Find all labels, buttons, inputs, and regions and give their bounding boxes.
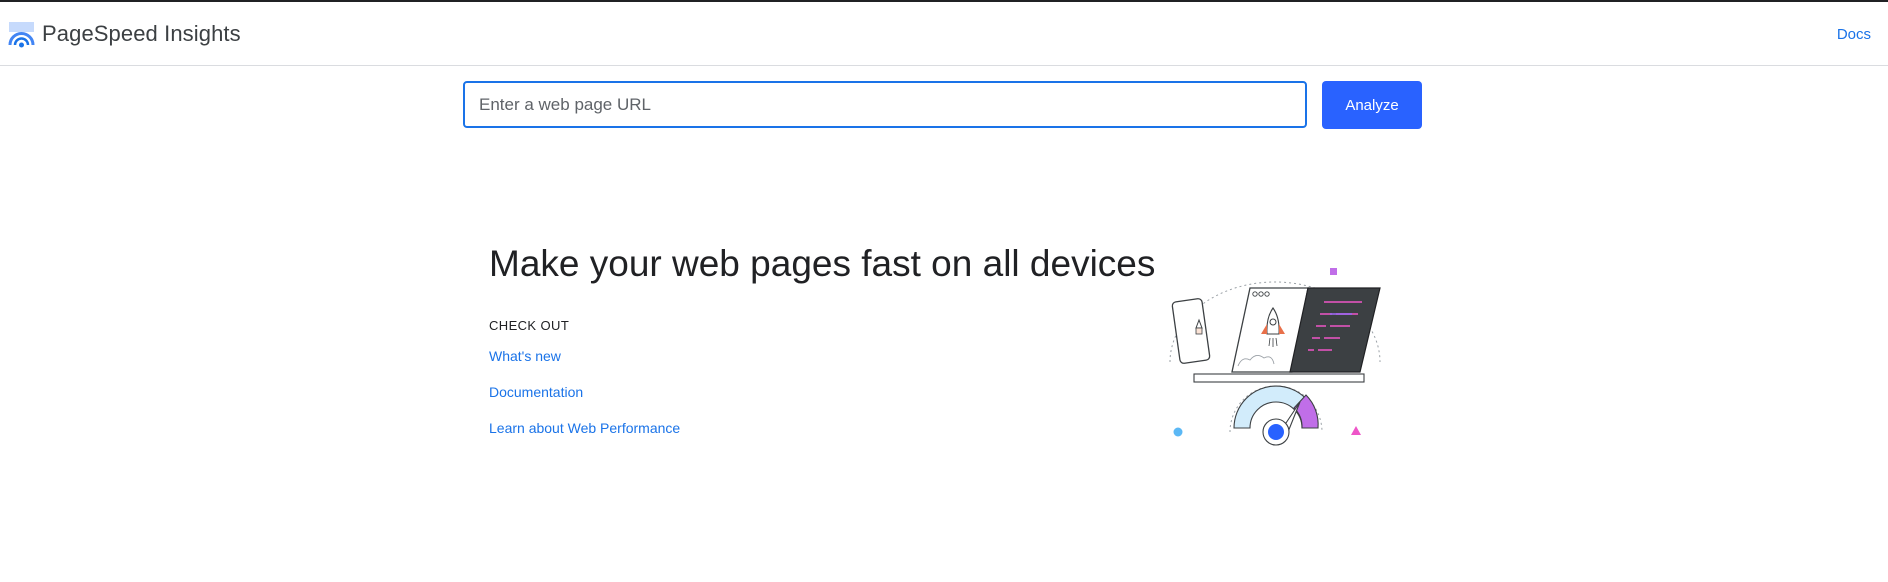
speed-rocket-illustration: [1169, 268, 1381, 446]
top-header: PageSpeed Insights Docs: [0, 2, 1888, 66]
app-title[interactable]: PageSpeed Insights: [42, 21, 241, 47]
docs-link[interactable]: Docs: [1837, 26, 1871, 43]
url-input[interactable]: [463, 81, 1307, 128]
whats-new-link[interactable]: What's new: [489, 348, 561, 364]
learn-web-performance-link[interactable]: Learn about Web Performance: [489, 420, 680, 436]
check-out-label: CHECK OUT: [489, 318, 570, 333]
pagespeed-logo-icon[interactable]: [8, 21, 35, 48]
documentation-link[interactable]: Documentation: [489, 384, 583, 400]
analyze-button[interactable]: Analyze: [1322, 81, 1422, 129]
hero-title: Make your web pages fast on all devices: [489, 243, 1156, 284]
